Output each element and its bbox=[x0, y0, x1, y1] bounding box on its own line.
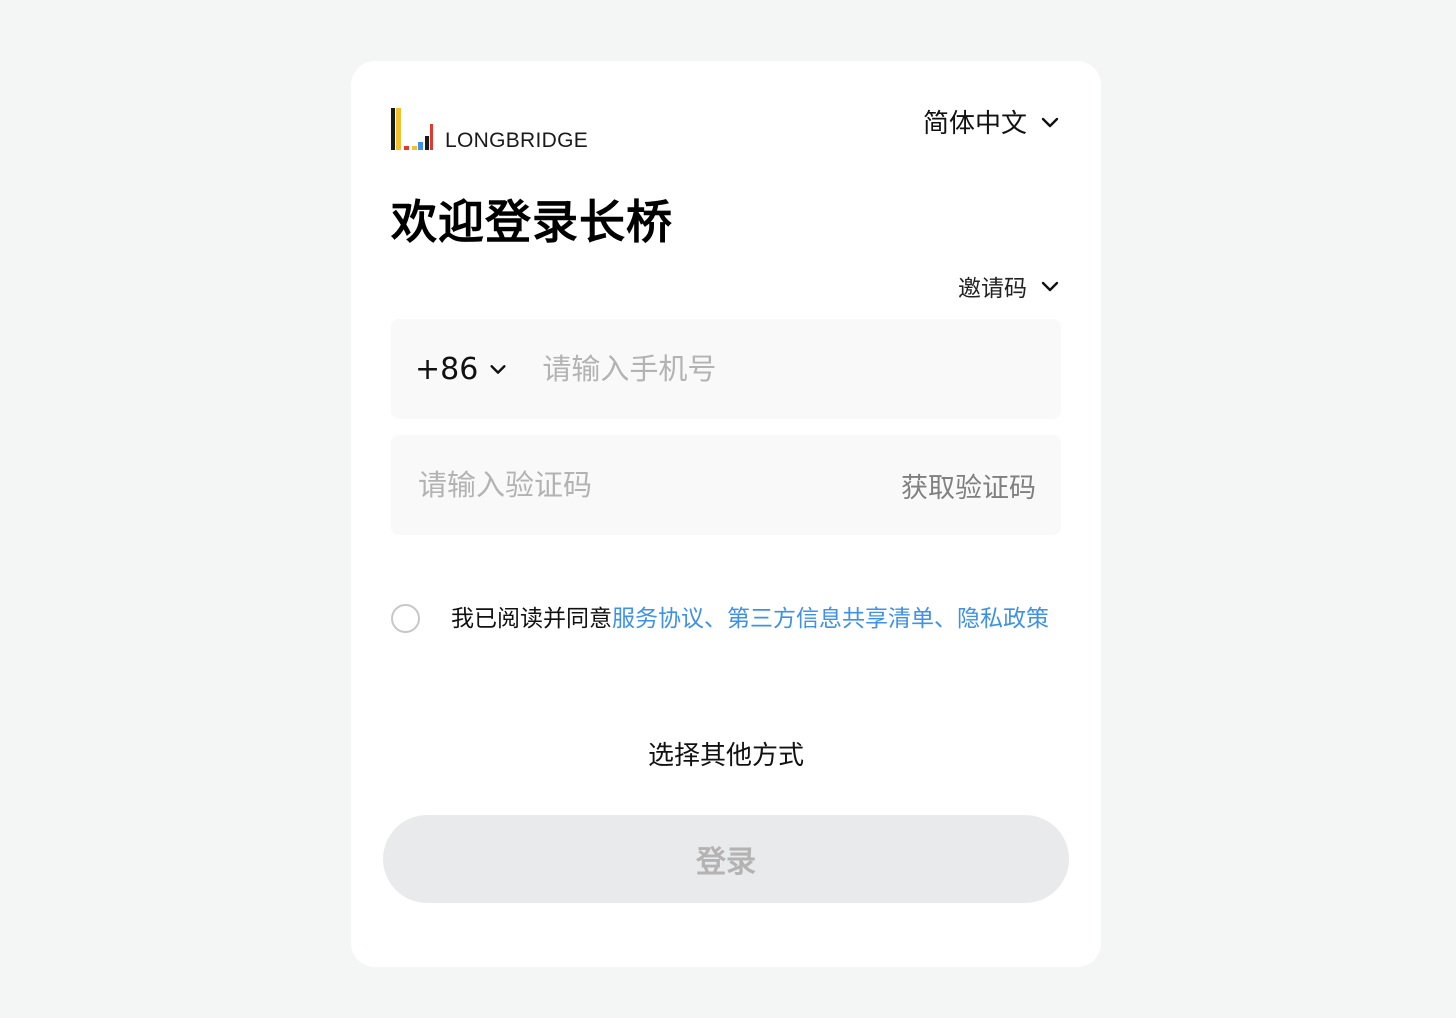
separator: 、 bbox=[934, 606, 957, 632]
login-button[interactable]: 登录 bbox=[383, 815, 1069, 903]
invite-code-toggle[interactable]: 邀请码 bbox=[958, 269, 1061, 303]
agreement-text: 我已阅读并同意服务协议、第三方信息共享清单、隐私政策 bbox=[451, 601, 1061, 637]
country-code-selector[interactable]: +86 bbox=[415, 352, 508, 387]
agreement-checkbox[interactable] bbox=[391, 604, 420, 633]
third-party-list-link[interactable]: 第三方信息共享清单 bbox=[727, 606, 934, 632]
language-label: 简体中文 bbox=[922, 109, 1027, 139]
logo-text: LONGBRIDGE bbox=[445, 129, 589, 152]
chevron-down-icon bbox=[1041, 117, 1059, 127]
phone-field: +86 bbox=[391, 319, 1061, 419]
agreement-prefix: 我已阅读并同意 bbox=[451, 606, 612, 632]
other-login-methods[interactable]: 选择其他方式 bbox=[351, 735, 1101, 772]
language-selector[interactable]: 简体中文 bbox=[923, 103, 1061, 140]
service-agreement-link[interactable]: 服务协议 bbox=[612, 606, 704, 632]
chevron-down-icon bbox=[1041, 281, 1059, 292]
logo-icon bbox=[391, 108, 433, 150]
phone-input[interactable] bbox=[540, 338, 1025, 400]
verification-code-field: 获取验证码 bbox=[391, 435, 1061, 535]
page-title: 欢迎登录长桥 bbox=[391, 195, 673, 249]
privacy-policy-link[interactable]: 隐私政策 bbox=[957, 606, 1049, 632]
longbridge-logo: LONGBRIDGE bbox=[391, 108, 589, 152]
invite-code-label: 邀请码 bbox=[958, 276, 1027, 302]
verification-code-input[interactable] bbox=[416, 454, 860, 516]
country-code: +86 bbox=[415, 351, 479, 387]
get-code-button[interactable]: 获取验证码 bbox=[901, 466, 1036, 505]
separator: 、 bbox=[704, 606, 727, 632]
chevron-down-icon bbox=[490, 365, 506, 374]
login-card: LONGBRIDGE 简体中文 欢迎登录长桥 邀请码 +86 获取验证码 我已阅… bbox=[351, 61, 1101, 967]
